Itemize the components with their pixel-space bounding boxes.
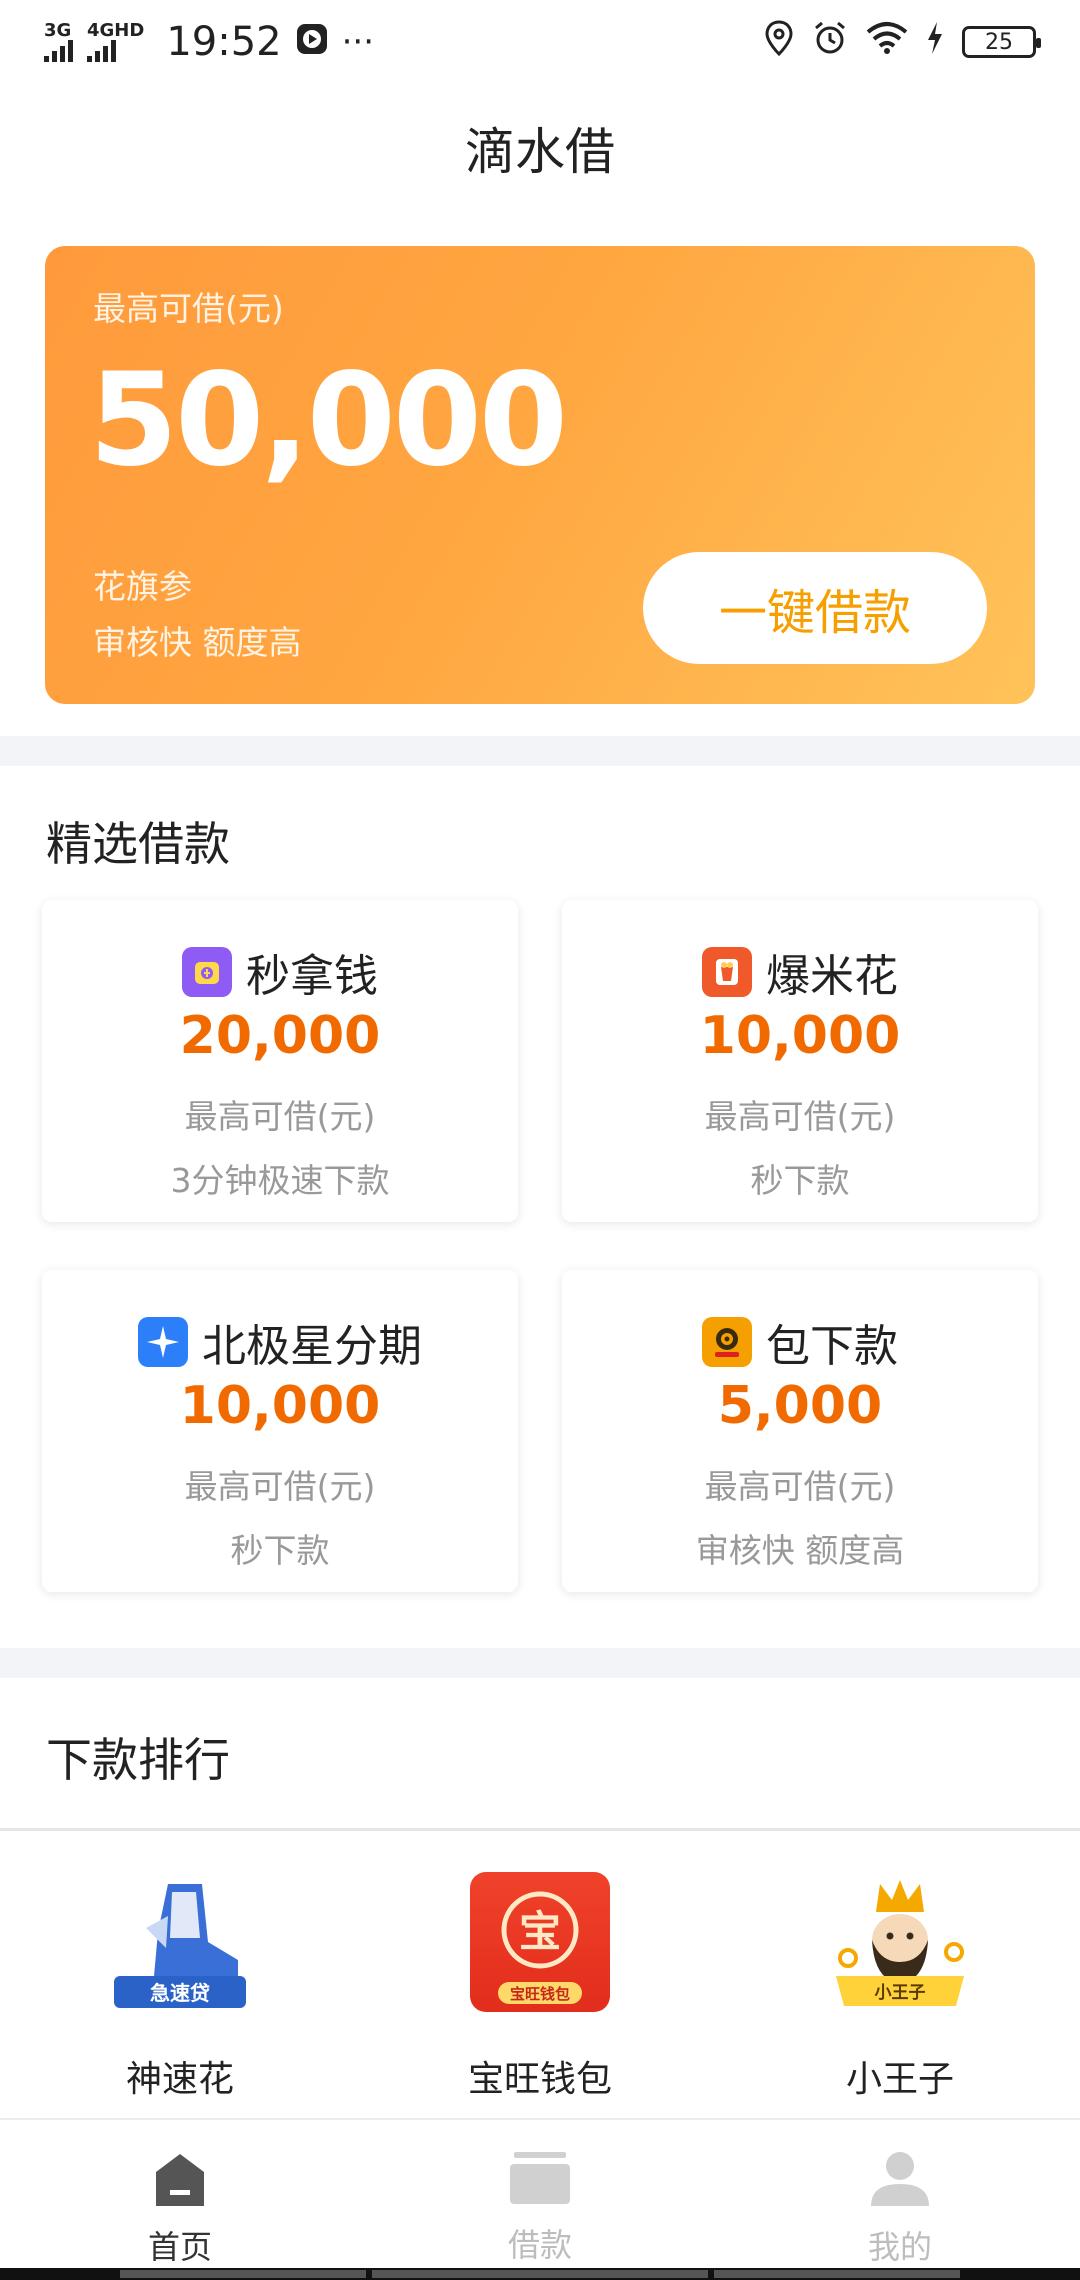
card-name: 秒拿钱	[246, 951, 378, 1002]
card-desc: 秒下款	[750, 1161, 850, 1200]
card-label: 最高可借(元)	[184, 1097, 376, 1136]
nav-loan[interactable]: 借款	[360, 2120, 720, 2280]
battery-icon: 25	[962, 26, 1041, 58]
hero-brand: 花旗参	[93, 567, 192, 606]
loan-card-baoxiakuan[interactable]: 包下款 5,000 最高可借(元) 审核快 额度高	[562, 1270, 1038, 1592]
hero-tagline: 审核快 额度高	[93, 623, 302, 662]
user-icon	[869, 2150, 931, 2212]
card-desc: 秒下款	[230, 1531, 330, 1570]
nav-home[interactable]: 首页	[0, 2120, 360, 2280]
rank-name: 宝旺钱包	[467, 2059, 612, 2100]
hero-label: 最高可借(元)	[93, 289, 284, 328]
section-divider	[0, 1648, 1080, 1678]
hero-card: 最高可借(元) 50,000 花旗参 审核快 额度高 一键借款	[45, 246, 1035, 704]
boot-icon-badge: 急速贷	[150, 1981, 210, 2005]
card-name: 爆米花	[766, 951, 898, 1002]
more-icon: ···	[341, 22, 375, 62]
coin-icon	[702, 1317, 752, 1367]
rank-name: 神速花	[125, 2059, 234, 2100]
signal-3g: 3G	[44, 22, 73, 62]
boot-icon: 急速贷	[110, 1872, 250, 2012]
location-icon	[764, 19, 794, 65]
card-desc: 3分钟极速下款	[170, 1161, 390, 1200]
card-label: 最高可借(元)	[704, 1097, 896, 1136]
ranking-section-title: 下款排行	[46, 1733, 230, 1787]
featured-section-title: 精选借款	[46, 817, 230, 871]
gesture-bar	[0, 2268, 1080, 2280]
charging-icon	[926, 20, 944, 64]
card-label: 最高可借(元)	[184, 1467, 376, 1506]
popcorn-icon	[702, 947, 752, 997]
loan-icon	[508, 2150, 572, 2210]
loan-card-miaonaqian[interactable]: 秒拿钱 20,000 最高可借(元) 3分钟极速下款	[42, 900, 518, 1222]
card-desc: 审核快 额度高	[695, 1531, 905, 1570]
one-click-loan-button[interactable]: 一键借款	[643, 552, 987, 664]
treasure-icon: 宝 宝旺钱包	[470, 1872, 610, 2012]
star-icon	[138, 1317, 188, 1367]
home-icon	[152, 2150, 208, 2212]
treasure-icon-badge: 宝旺钱包	[510, 1985, 570, 2003]
ranking-divider	[0, 1828, 1080, 1831]
nav-loan-label: 借款	[507, 2226, 572, 2264]
media-icon	[296, 20, 328, 64]
status-time: 19:52	[166, 19, 282, 65]
signal-4g: 4GHD	[87, 22, 144, 62]
page-title: 滴水借	[465, 123, 615, 181]
treasure-icon-glyph: 宝	[519, 1907, 561, 1956]
prince-icon-badge: 小王子	[875, 1983, 926, 2003]
wifi-icon	[866, 20, 908, 64]
nav-mine-label: 我的	[867, 2228, 932, 2266]
card-amount: 10,000	[699, 1006, 901, 1066]
card-amount: 5,000	[717, 1376, 883, 1436]
card-label: 最高可借(元)	[704, 1467, 896, 1506]
rank-item-baowang[interactable]: 宝 宝旺钱包 宝旺钱包	[390, 1872, 690, 2102]
prince-icon: 小王子	[830, 1872, 970, 2012]
section-divider	[0, 736, 1080, 766]
bottom-nav: 首页 借款 我的	[0, 2118, 1080, 2280]
nav-home-label: 首页	[147, 2228, 212, 2266]
rank-name: 小王子	[845, 2059, 954, 2100]
card-name: 北极星分期	[202, 1321, 422, 1372]
wallet-icon	[182, 947, 232, 997]
hero-amount: 50,000	[89, 346, 568, 495]
loan-card-baomihua[interactable]: 爆米花 10,000 最高可借(元) 秒下款	[562, 900, 1038, 1222]
rank-item-shensuhua[interactable]: 急速贷 神速花	[30, 1872, 330, 2102]
card-amount: 20,000	[179, 1006, 381, 1066]
card-amount: 10,000	[179, 1376, 381, 1436]
card-name: 包下款	[766, 1321, 898, 1372]
alarm-icon	[812, 20, 848, 65]
rank-item-xiaowangzi[interactable]: 小王子 小王子	[750, 1872, 1050, 2102]
status-bar: 3G 4GHD 19:52 ··· 25	[0, 0, 1080, 84]
nav-mine[interactable]: 我的	[720, 2120, 1080, 2280]
loan-card-beijixing[interactable]: 北极星分期 10,000 最高可借(元) 秒下款	[42, 1270, 518, 1592]
